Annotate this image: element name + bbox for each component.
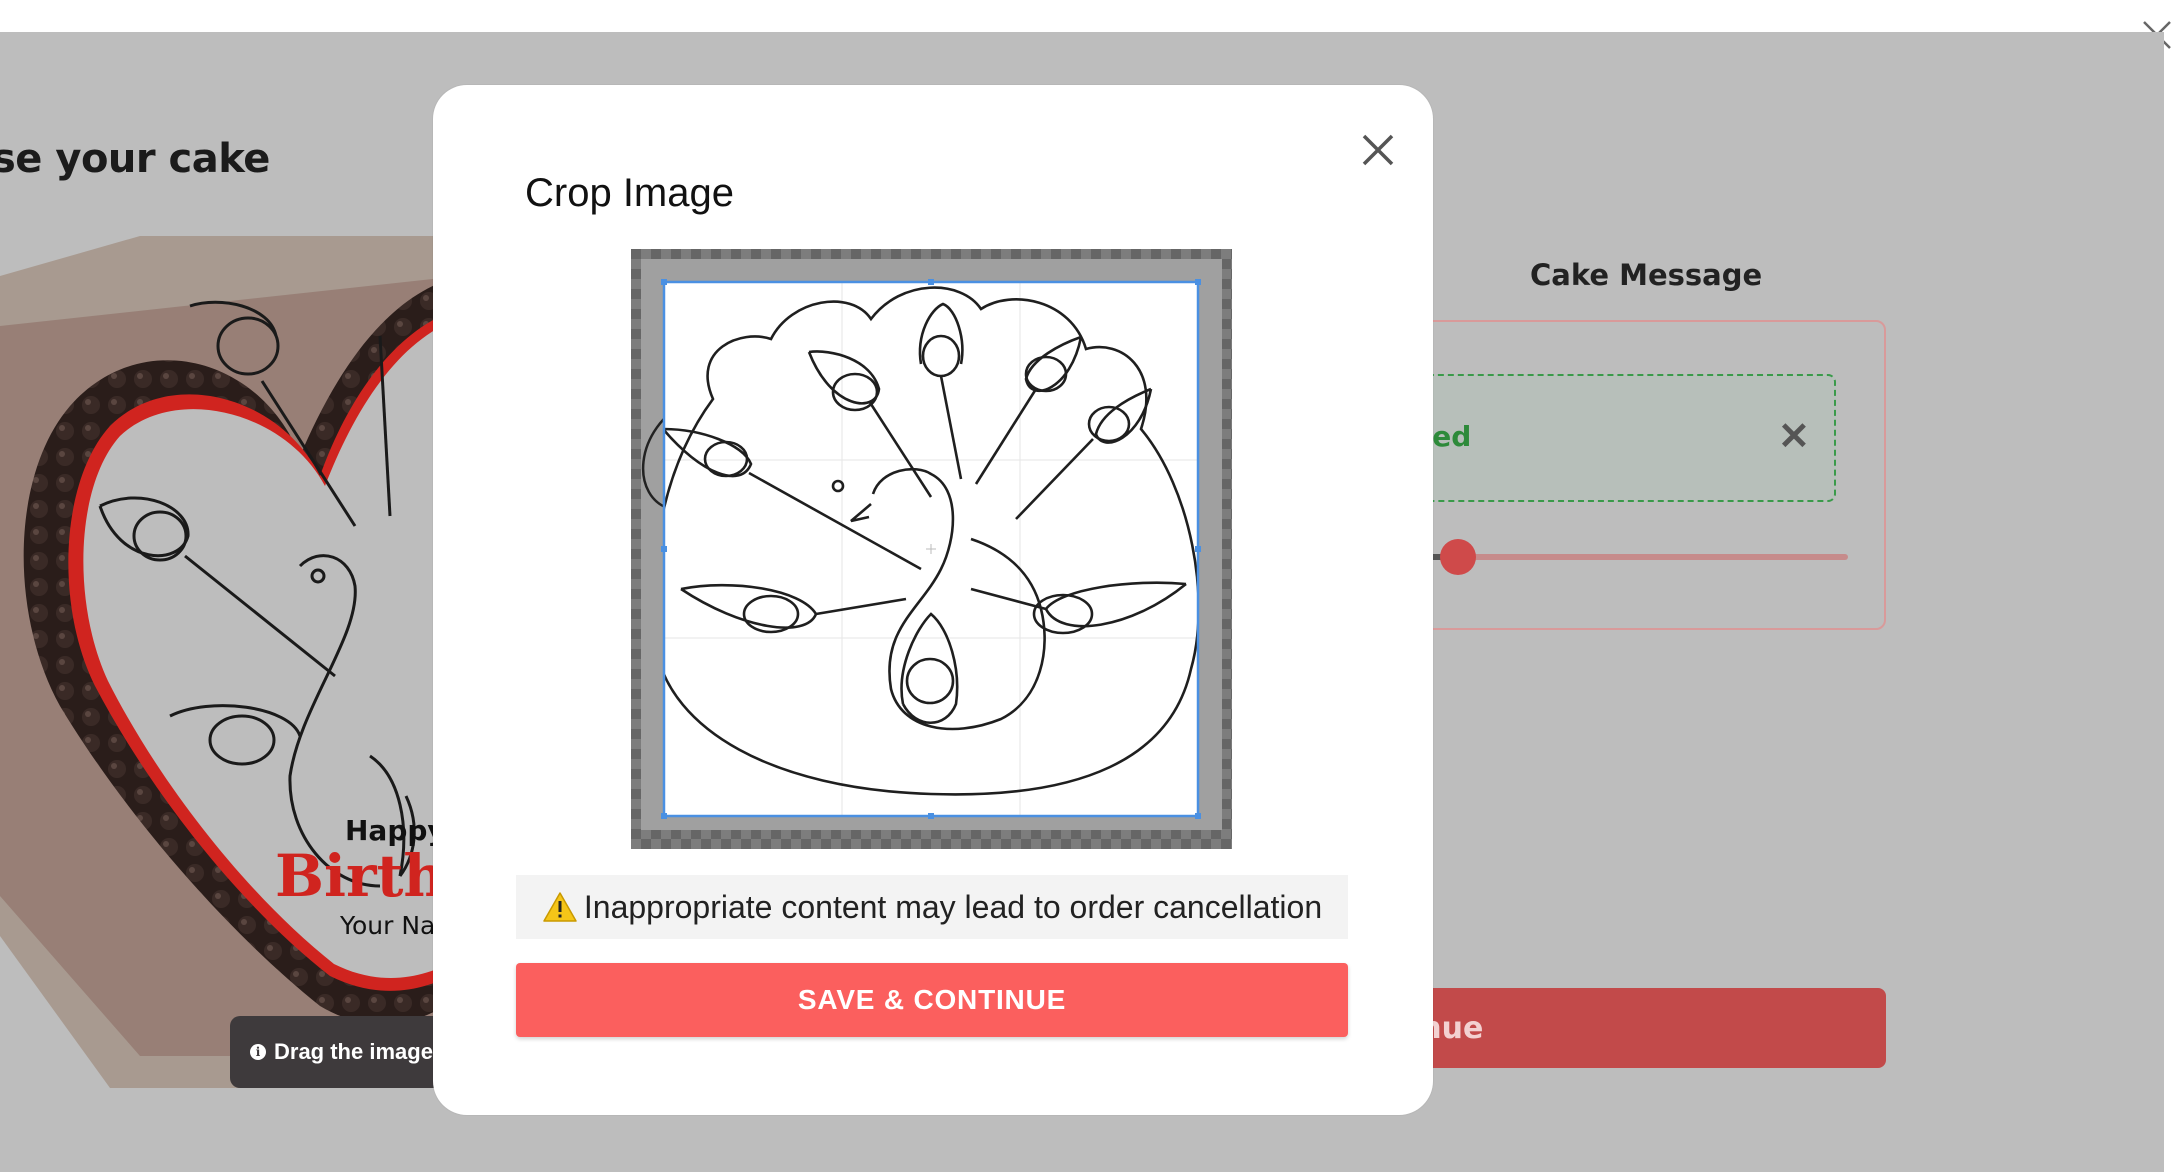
save-continue-button-background[interactable]: inue	[1380, 988, 1886, 1068]
page-title: se your cake	[0, 136, 270, 182]
close-icon[interactable]	[1355, 127, 1401, 173]
crop-canvas[interactable]	[631, 249, 1232, 849]
warning-text: Inappropriate content may lead to order …	[583, 888, 1323, 925]
content-warning: Inappropriate content may lead to order …	[516, 875, 1348, 939]
size-slider-thumb[interactable]	[1440, 539, 1476, 575]
preview-text-name: Your Na	[339, 911, 435, 940]
crop-image-modal: Crop Image Inappropriate content may lea…	[433, 85, 1433, 1115]
preview-text-birthday: Birth	[275, 842, 446, 910]
drag-hint-text: Drag the image	[274, 1039, 433, 1064]
close-x-icon[interactable]: ✕	[1778, 418, 1810, 456]
cake-preview-image[interactable]: Happy Birth Your Na	[0, 236, 460, 1088]
save-continue-button[interactable]: SAVE & CONTINUE	[516, 963, 1348, 1037]
modal-title: Crop Image	[525, 171, 734, 215]
info-icon: i	[250, 1044, 266, 1060]
warning-icon	[543, 892, 577, 922]
cake-message-title: Cake Message	[1530, 258, 1763, 292]
top-bar	[0, 0, 2174, 32]
